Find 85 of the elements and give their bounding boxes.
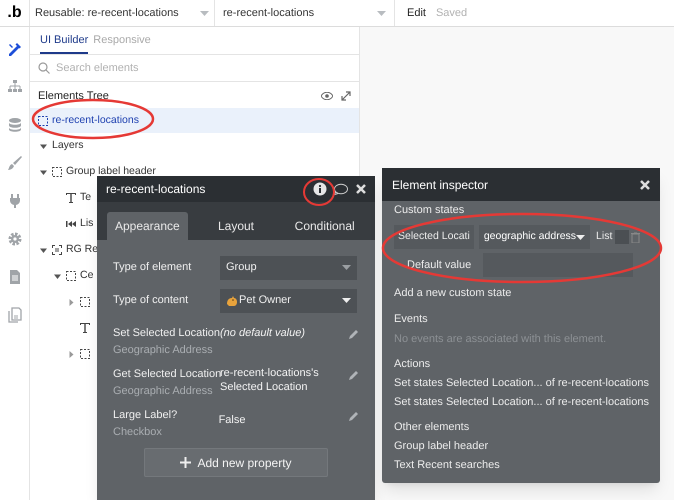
panel-tab[interactable]: Layout <box>196 212 276 240</box>
state-name-field[interactable]: Selected Locati <box>394 225 474 249</box>
type-dropdown[interactable]: geographic address <box>478 225 590 249</box>
settings-icon[interactable] <box>6 231 22 247</box>
caret-icon <box>68 350 75 358</box>
pencil-icon[interactable] <box>349 329 359 339</box>
tree-item[interactable]: Layers <box>30 133 88 159</box>
repeating-group-icon <box>52 245 62 255</box>
add-property-button[interactable]: Add new property <box>144 448 328 477</box>
annotation-ellipse <box>303 178 335 206</box>
section-heading: Actions <box>394 357 432 372</box>
element-link[interactable]: Text Recent searches <box>394 457 648 473</box>
text-icon <box>66 193 76 203</box>
list-checkbox[interactable] <box>615 230 630 244</box>
caret-icon <box>200 10 209 16</box>
panel-tab[interactable]: Conditional <box>284 212 366 240</box>
tree-item[interactable]: Lis <box>30 211 98 237</box>
section-heading: Events <box>394 312 429 327</box>
caret-icon <box>68 298 75 306</box>
property-value: (no default value) <box>220 326 306 340</box>
trash-icon <box>631 232 640 242</box>
close-icon[interactable] <box>356 184 366 194</box>
caret-icon <box>576 234 586 240</box>
property-type: Checkbox <box>113 424 163 440</box>
section-heading: Other elements <box>394 420 470 435</box>
section-heading: Custom states <box>394 203 466 218</box>
caret-icon <box>40 168 47 176</box>
tree-item[interactable]: RG Re <box>30 237 102 263</box>
caret-icon <box>342 265 351 270</box>
default-value-field[interactable] <box>483 253 633 277</box>
group-icon <box>66 271 76 281</box>
eye-icon <box>321 92 333 100</box>
group-icon <box>38 116 48 126</box>
add-state-link[interactable]: Add a new custom state <box>394 285 648 301</box>
element-link[interactable]: Group label header <box>394 438 648 454</box>
field-label: Type of content <box>113 293 190 308</box>
page-dropdown[interactable]: Reusable: re-recent-locations <box>30 0 215 26</box>
brush-icon[interactable] <box>6 155 22 171</box>
documents-icon[interactable] <box>6 307 22 323</box>
edit-menu[interactable]: Edit <box>407 4 426 22</box>
list-label: List <box>596 229 612 244</box>
plus-icon <box>180 457 192 468</box>
property-value: re-recent-locations's Selected Location <box>220 366 320 394</box>
pencil-icon[interactable] <box>349 411 359 421</box>
property-name: Set Selected Location <box>113 326 220 341</box>
database-icon[interactable] <box>6 117 22 133</box>
search-field[interactable]: Search elements <box>56 60 351 76</box>
search-icon <box>38 62 50 74</box>
property-name: Get Selected Location <box>113 367 220 382</box>
pencil-icon[interactable] <box>349 370 359 380</box>
save-status: Saved <box>436 6 468 21</box>
caret-icon <box>40 142 47 150</box>
group-icon <box>52 167 62 177</box>
tree-item[interactable]: re-recent-locations <box>30 108 359 133</box>
property-name: Large Label? <box>113 408 178 423</box>
tree-item[interactable]: Te <box>30 185 96 211</box>
group-icon <box>80 297 90 307</box>
group-icon <box>80 349 90 359</box>
caret-icon <box>40 246 47 254</box>
field-label: Default value <box>407 258 472 273</box>
property-type: Geographic Address <box>113 342 214 358</box>
design-tools-icon[interactable] <box>6 41 22 57</box>
property-type: Geographic Address <box>113 384 214 398</box>
sidebar-tab[interactable]: UI Builder <box>40 28 88 54</box>
caret-icon <box>342 298 351 303</box>
element-dropdown[interactable]: re-recent-locations <box>215 0 395 26</box>
type-dropdown[interactable]: Pet Owner <box>220 288 357 312</box>
sitemap-icon[interactable] <box>6 79 22 95</box>
field-label: Type of element <box>113 260 192 276</box>
comment-icon[interactable] <box>332 182 348 196</box>
tree-item[interactable]: Ce <box>30 263 98 289</box>
property-value: False <box>218 413 246 427</box>
close-icon[interactable] <box>640 180 650 190</box>
info-icon[interactable] <box>313 182 327 196</box>
list-icon <box>66 219 76 229</box>
caret-icon <box>54 272 61 280</box>
expand-icon <box>341 91 351 101</box>
caret-icon <box>377 10 386 16</box>
panel-title: Element inspector <box>392 176 490 194</box>
action-link[interactable]: Set states Selected Location... of re-recent-locations <box>394 394 648 410</box>
action-link[interactable]: Set states Selected Location... of re-recent-locations <box>394 375 648 391</box>
text-icon <box>80 323 90 333</box>
tree-title: Elements Tree <box>38 88 110 104</box>
app-logo[interactable]: .b <box>0 0 30 26</box>
panel-tab[interactable]: Appearance <box>107 212 188 240</box>
